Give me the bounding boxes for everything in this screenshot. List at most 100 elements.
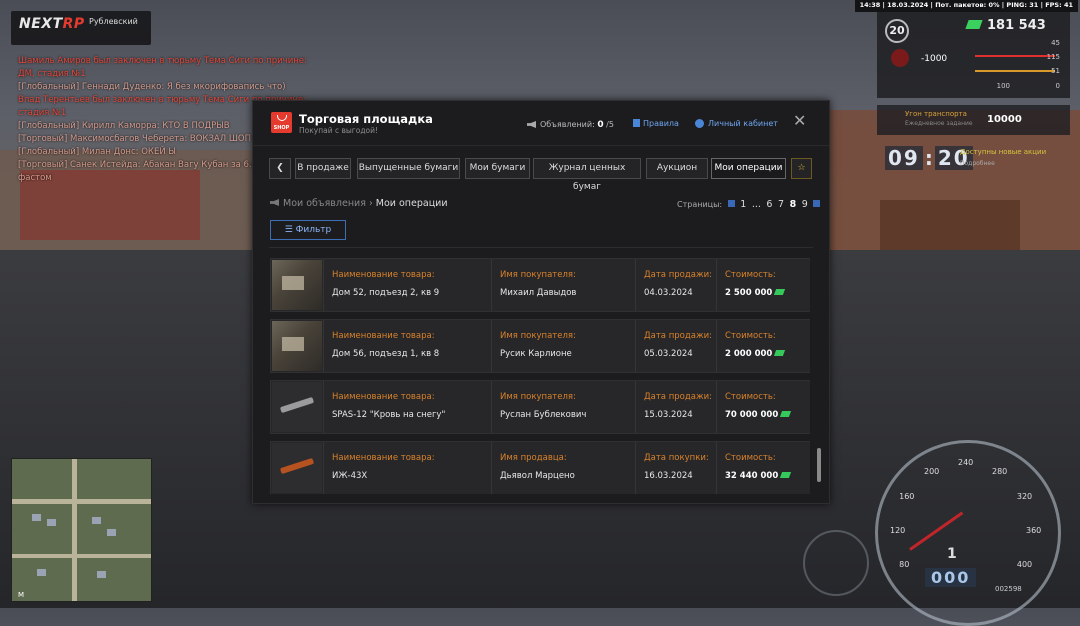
page-7[interactable]: 7 xyxy=(778,199,784,210)
stat-5: 0 xyxy=(1055,82,1060,90)
cell-price: Стоимость: 2 000 000 xyxy=(716,320,786,372)
item-value: Дом 52, подъезд 2, кв 9 xyxy=(332,288,440,298)
speed-tick-label: 280 xyxy=(992,467,1008,477)
speed-tick-label: 240 xyxy=(958,458,974,467)
price-label: Стоимость: xyxy=(725,453,776,463)
brand-name: NEXTRP xyxy=(19,16,85,32)
cell-item: Наименование товара: Дом 56, подъезд 1, к… xyxy=(323,320,439,372)
cell-price: Стоимость: 70 000 000 xyxy=(716,381,792,433)
megaphone-icon xyxy=(270,199,279,206)
cell-item: Наименование товара: Дом 52, подъезд 2, к… xyxy=(323,259,439,311)
close-icon[interactable]: ✕ xyxy=(793,111,806,130)
list-scrollbar[interactable] xyxy=(817,448,821,482)
weapon-thumbnail xyxy=(272,443,322,493)
favorites-star-icon[interactable]: ☆ xyxy=(791,158,812,179)
page-1[interactable]: 1 xyxy=(740,199,746,210)
cell-party: Имя покупателя: Михаил Давыдов xyxy=(491,259,576,311)
speed-tick-label: 80 xyxy=(899,560,910,569)
breadcrumb: Мои объявления › Мои операции xyxy=(270,198,448,209)
promo-link[interactable]: Подробнее xyxy=(960,160,995,167)
player-stats-panel: 20 181 543 -1000 45 115 51 100 0 xyxy=(877,12,1070,98)
speed-tick-label: 360 xyxy=(1026,526,1042,535)
date-label: Дата продажи: xyxy=(644,392,712,402)
breadcrumb-parent[interactable]: Мои объявления xyxy=(283,198,366,209)
odometer: 002598 xyxy=(995,585,1022,593)
cell-date: Дата продажи: 04.03.2024 xyxy=(635,259,712,311)
item-label: Наименование товара: xyxy=(332,392,435,402)
task-subtitle: Ежедневное задание xyxy=(905,120,973,127)
level-badge: 20 xyxy=(885,19,909,43)
stat-hunger: 51 xyxy=(1051,67,1060,75)
daily-task-panel: Угон транспорта Ежедневное задание 10000 xyxy=(877,105,1070,135)
page-6[interactable]: 6 xyxy=(766,199,772,210)
cash-icon xyxy=(780,411,792,417)
house-thumbnail xyxy=(272,321,322,371)
operation-row[interactable]: Наименование товара: ИЖ-43Х Имя продавца: Д… xyxy=(270,441,810,494)
cash-icon xyxy=(774,289,786,295)
cash-icon xyxy=(780,472,792,478)
page-ellipsis: ... xyxy=(751,199,761,210)
cell-date: Дата продажи: 15.03.2024 xyxy=(635,381,712,433)
prev-page-icon[interactable] xyxy=(727,200,735,207)
party-value: Русик Карлионе xyxy=(500,349,572,359)
item-label: Наименование товара: xyxy=(332,331,435,341)
minimap-label: M xyxy=(18,591,25,599)
filter-button[interactable]: ☰ Фильтр xyxy=(270,220,346,240)
date-value: 16.03.2024 xyxy=(644,471,693,481)
wanted-icon xyxy=(891,49,909,67)
operation-row[interactable]: Наименование товара: Дом 52, подъезд 2, к… xyxy=(270,258,810,312)
cell-party: Имя покупателя: Русик Карлионе xyxy=(491,320,576,372)
tab-my-operations[interactable]: Мои операции xyxy=(711,158,786,179)
price-value: 70 000 000 xyxy=(725,410,779,420)
tab-issued-papers[interactable]: Выпущенные бумаги xyxy=(357,158,460,179)
cell-item: Наименование товара: ИЖ-43Х xyxy=(323,442,435,494)
speed-tick-label: 200 xyxy=(924,467,940,477)
item-value: ИЖ-43Х xyxy=(332,471,368,481)
item-label: Наименование товара: xyxy=(332,270,435,280)
operations-list: Наименование товара: Дом 52, подъезд 2, к… xyxy=(270,258,810,494)
party-label: Имя покупателя: xyxy=(500,392,576,402)
back-button[interactable]: ❮ xyxy=(269,158,291,179)
cell-price: Стоимость: 32 440 000 xyxy=(716,442,792,494)
cash-icon xyxy=(774,350,786,356)
stat-health: 115 xyxy=(1046,53,1060,61)
tab-on-sale[interactable]: В продаже xyxy=(295,158,351,179)
shop-bag-icon: SHOP xyxy=(271,112,292,133)
item-value: SPAS-12 "Кровь на снегу" xyxy=(332,410,446,420)
tab-auction[interactable]: Аукцион xyxy=(646,158,708,179)
divider xyxy=(269,247,813,248)
party-value: Михаил Давыдов xyxy=(500,288,577,298)
user-icon xyxy=(695,119,704,128)
tab-securities-log[interactable]: Журнал ценных бумаг xyxy=(533,158,641,192)
megaphone-icon xyxy=(527,121,536,128)
next-page-icon[interactable] xyxy=(813,200,821,207)
window-subtitle: Покупай с выгодой! xyxy=(299,126,378,135)
price-value: 2 000 000 xyxy=(725,349,773,359)
server-name: Рублевский xyxy=(89,17,138,26)
cabinet-link[interactable]: Личный кабинет xyxy=(695,119,778,128)
cell-price: Стоимость: 2 500 000 xyxy=(716,259,786,311)
stat-armor: 45 xyxy=(1051,39,1060,47)
cell-item: Наименование товара: SPAS-12 "Кровь на сн… xyxy=(323,381,445,433)
fuel-gauge xyxy=(803,530,869,596)
speed-tick-label: 320 xyxy=(1016,492,1033,501)
tab-my-papers[interactable]: Мои бумаги xyxy=(465,158,530,179)
operation-row[interactable]: Наименование товара: Дом 56, подъезд 1, к… xyxy=(270,319,810,373)
cell-date: Дата покупки: 16.03.2024 xyxy=(635,442,709,494)
item-label: Наименование товара: xyxy=(332,453,435,463)
stat-4: 100 xyxy=(996,82,1010,90)
date-value: 15.03.2024 xyxy=(644,410,693,420)
speed-tick-label: 400 xyxy=(1016,560,1033,569)
book-icon xyxy=(633,119,640,127)
gear-indicator: 1 xyxy=(947,546,957,562)
operation-row[interactable]: Наименование товара: SPAS-12 "Кровь на сн… xyxy=(270,380,810,434)
date-label: Дата продажи: xyxy=(644,270,712,280)
party-value: Дьявол Марцено xyxy=(500,471,575,481)
page-8[interactable]: 8 xyxy=(790,199,797,210)
page-9[interactable]: 9 xyxy=(802,199,808,210)
item-value: Дом 56, подъезд 1, кв 8 xyxy=(332,349,440,359)
filter-icon: ☰ xyxy=(284,225,296,235)
breadcrumb-separator: › xyxy=(368,198,373,209)
cell-party: Имя продавца: Дьявол Марцено xyxy=(491,442,575,494)
rules-link[interactable]: Правила xyxy=(633,119,679,128)
